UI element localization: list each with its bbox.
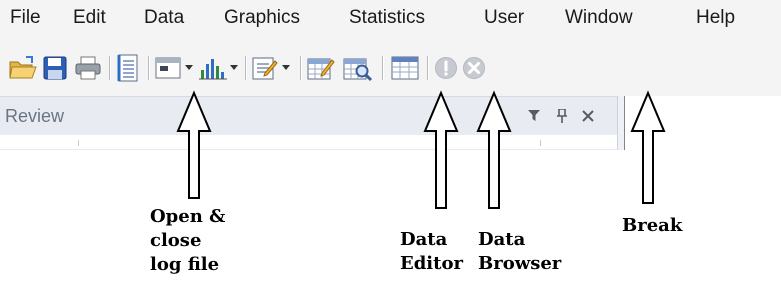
filter-icon[interactable] (528, 110, 540, 122)
dropdown-arrow-icon[interactable] (230, 65, 238, 71)
menu-data[interactable]: Data (144, 7, 184, 29)
pin-icon[interactable] (556, 109, 568, 123)
toolbar-separator (382, 56, 384, 80)
variables-manager-icon[interactable] (391, 56, 419, 80)
more-icon[interactable] (434, 56, 458, 80)
toolbar-separator (245, 56, 247, 80)
viewer-icon[interactable] (155, 56, 181, 80)
data-editor-icon[interactable] (307, 55, 335, 81)
toolbar-separator (148, 56, 150, 80)
toolbar-separator (300, 56, 302, 80)
callout-line: Browser (478, 253, 562, 274)
column-tick (540, 140, 541, 146)
menu-statistics[interactable]: Statistics (349, 7, 425, 29)
menu-window[interactable]: Window (565, 7, 633, 29)
menu-help[interactable]: Help (696, 7, 735, 29)
toolbar (0, 44, 781, 96)
toolbar-separator (109, 56, 111, 80)
review-pane-header: Review (0, 96, 618, 136)
arrow-to-data-browser-icon (476, 90, 512, 209)
print-icon[interactable] (75, 56, 101, 80)
log-icon[interactable] (117, 54, 139, 82)
menu-user[interactable]: User (484, 7, 524, 29)
callout-data-browser: Data Browser (478, 228, 561, 276)
menu-edit[interactable]: Edit (73, 7, 106, 29)
dropdown-arrow-icon[interactable] (185, 65, 193, 71)
callout-data-editor: Data Editor (400, 228, 463, 276)
arrow-to-data-editor-icon (423, 90, 459, 209)
callout-line: Editor (400, 253, 463, 274)
break-icon[interactable] (462, 56, 486, 80)
review-pane-title: Review (5, 106, 65, 126)
data-browser-icon[interactable] (343, 55, 373, 83)
toolbar-separator (427, 56, 429, 80)
callout-line: Open & (150, 206, 226, 227)
graph-icon[interactable] (199, 56, 227, 80)
arrow-to-log-icon (176, 90, 212, 199)
callout-log-file: Open & close log file (150, 205, 225, 277)
arrow-to-break-icon (630, 90, 666, 204)
callout-line: Break (622, 215, 683, 236)
column-tick (78, 140, 79, 146)
open-folder-icon[interactable] (8, 55, 38, 81)
callout-line: Data (400, 229, 448, 250)
pane-splitter[interactable] (617, 96, 625, 150)
menu-bar: File Edit Data Graphics Statistics User … (0, 0, 781, 44)
callout-line: Data (478, 229, 526, 250)
menu-graphics[interactable]: Graphics (224, 7, 300, 29)
menu-file[interactable]: File (10, 7, 41, 29)
do-file-editor-icon[interactable] (252, 55, 278, 81)
callout-break: Break (622, 214, 682, 238)
callout-line: close (150, 230, 202, 251)
callout-line: log file (150, 254, 220, 275)
review-pane-body (0, 135, 618, 150)
dropdown-arrow-icon[interactable] (282, 65, 290, 71)
save-icon[interactable] (43, 56, 67, 80)
close-icon[interactable] (582, 110, 594, 122)
